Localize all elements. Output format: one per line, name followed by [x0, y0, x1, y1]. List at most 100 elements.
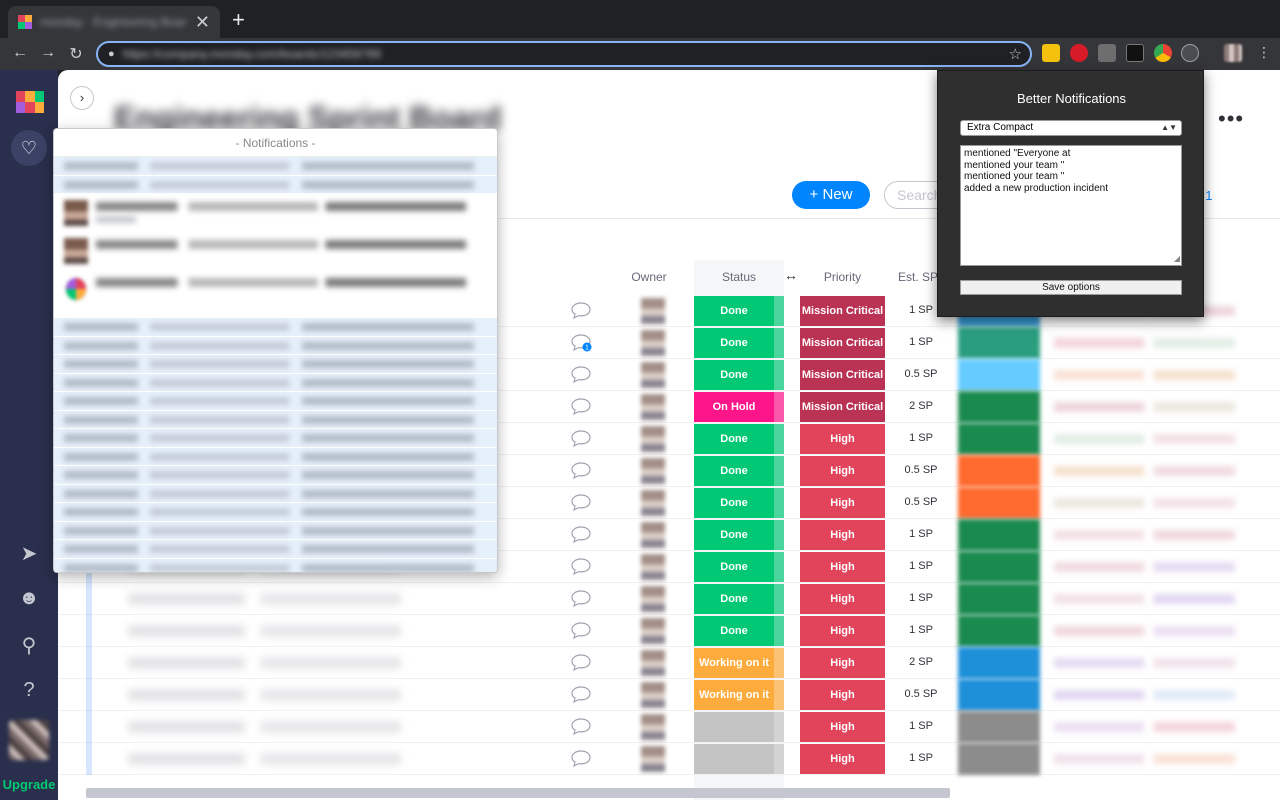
priority-cell[interactable]: High — [800, 552, 885, 582]
item-name[interactable] — [128, 593, 518, 605]
notification-compact-line[interactable]: Jordan Reyes · Project A · today · New a… — [54, 157, 497, 176]
status-cell[interactable]: Done — [694, 424, 774, 454]
priority-cell[interactable]: High — [800, 456, 885, 486]
more-options-icon[interactable]: ••• — [1218, 106, 1244, 132]
notifications-bell-icon[interactable]: ♡ — [11, 130, 47, 166]
item-name[interactable] — [128, 625, 518, 637]
notification-compact-line[interactable]: Avery Hill · Board · yesterday · Added p… — [54, 392, 497, 411]
estimate-cell[interactable]: 1 SP — [894, 432, 948, 444]
estimate-cell[interactable]: 1 SP — [894, 624, 948, 636]
owner-avatar[interactable] — [641, 618, 665, 644]
owner-avatar[interactable] — [641, 490, 665, 516]
updates-chat-icon[interactable] — [570, 685, 592, 704]
tag-color-cell[interactable] — [958, 455, 1040, 487]
priority-cell[interactable]: High — [800, 648, 885, 678]
help-icon[interactable]: ? — [17, 679, 41, 702]
priority-cell[interactable]: High — [800, 616, 885, 646]
tag-color-cell[interactable] — [958, 487, 1040, 519]
status-cell[interactable]: On Hold — [694, 392, 774, 422]
priority-cell[interactable]: High — [800, 680, 885, 710]
user-avatar[interactable] — [9, 720, 49, 760]
notification-compact-line[interactable]: Kendall Ray · Board · today · Item creat… — [54, 558, 497, 572]
owner-avatar[interactable] — [641, 522, 665, 548]
estimate-cell[interactable]: 1 SP — [894, 336, 948, 348]
item-name[interactable] — [128, 689, 518, 701]
priority-cell[interactable]: High — [800, 520, 885, 550]
owner-avatar[interactable] — [641, 394, 665, 420]
owner-avatar[interactable] — [641, 426, 665, 452]
forward-icon[interactable]: → — [38, 44, 58, 62]
notification-compact-line[interactable]: Quinn Reed · Production incident · today… — [54, 410, 497, 429]
timeline-cell[interactable] — [1054, 498, 1280, 508]
status-cell[interactable]: Done — [694, 456, 774, 486]
status-cell[interactable]: Done — [694, 616, 774, 646]
notification-item[interactable]: Casey Lopez wrote a reply on "Interactiv… — [54, 194, 497, 232]
browser-tab[interactable]: monday · Engineering Board ✕ — [8, 6, 220, 38]
timeline-cell[interactable] — [1054, 562, 1280, 572]
browser-menu-icon[interactable]: ⋮ — [1254, 44, 1274, 61]
table-row[interactable]: Done High 1 SP — [58, 583, 1280, 615]
tag-color-cell[interactable] — [958, 743, 1040, 775]
owner-avatar[interactable] — [641, 714, 665, 740]
notification-item[interactable]: Alex Carter mentioned you on a new updat… — [54, 232, 497, 270]
notification-compact-line[interactable]: Emerson Day · Production incident · toda… — [54, 521, 497, 540]
owner-avatar[interactable] — [641, 746, 665, 772]
estimate-cell[interactable]: 2 SP — [894, 656, 948, 668]
updates-chat-icon[interactable] — [570, 717, 592, 736]
owner-avatar[interactable] — [641, 298, 665, 324]
reload-icon[interactable]: ↻ — [66, 44, 86, 64]
tag-color-cell[interactable] — [958, 647, 1040, 679]
display-mode-select[interactable]: Extra Compact ▲▼ — [960, 120, 1182, 136]
item-name[interactable] — [128, 657, 518, 669]
estimate-cell[interactable]: 2 SP — [894, 400, 948, 412]
status-cell[interactable]: Working on it — [694, 680, 774, 710]
notification-compact-line[interactable]: Morgan Blake · Board · yesterday · Updat… — [54, 175, 497, 194]
tag-color-cell[interactable] — [958, 359, 1040, 391]
status-cell[interactable]: Done — [694, 328, 774, 358]
timeline-cell[interactable] — [1054, 594, 1280, 604]
updates-chat-icon[interactable] — [570, 461, 592, 480]
invite-user-icon[interactable]: ☻ — [17, 587, 41, 610]
status-cell[interactable] — [694, 712, 774, 742]
tag-color-cell[interactable] — [958, 711, 1040, 743]
keywords-textarea[interactable]: mentioned "Everyone at mentioned your te… — [960, 145, 1182, 266]
timeline-cell[interactable] — [1054, 690, 1280, 700]
tag-color-cell[interactable] — [958, 583, 1040, 615]
back-icon[interactable]: ← — [10, 44, 30, 62]
updates-chat-icon[interactable] — [570, 557, 592, 576]
column-header-priority[interactable]: Priority — [800, 270, 885, 284]
priority-cell[interactable]: High — [800, 712, 885, 742]
timeline-cell[interactable] — [1054, 530, 1280, 540]
notification-compact-line[interactable]: Jamie Park · Production incident · today… — [54, 355, 497, 374]
extension-chrome-icon[interactable] — [1154, 44, 1172, 62]
extension-dark-icon[interactable] — [1126, 44, 1144, 62]
column-header-owner[interactable]: Owner — [628, 270, 670, 284]
monday-logo-icon[interactable] — [16, 91, 44, 113]
table-row[interactable]: High 1 SP — [58, 743, 1280, 775]
status-cell[interactable]: Done — [694, 520, 774, 550]
item-name[interactable] — [128, 753, 518, 765]
timeline-cell[interactable] — [1054, 434, 1280, 444]
lightning-icon[interactable]: ➤ — [17, 541, 41, 566]
table-row[interactable]: Working on it High 0.5 SP — [58, 679, 1280, 711]
notification-compact-line[interactable]: Drew Morgan · Board · today · Status cha… — [54, 373, 497, 392]
collapse-sidebar-button[interactable]: › — [70, 86, 94, 110]
table-row[interactable]: Working on it High 2 SP — [58, 647, 1280, 679]
timeline-cell[interactable] — [1054, 658, 1280, 668]
notification-compact-line[interactable]: Riley Chen · Production incident · today… — [54, 318, 497, 337]
estimate-cell[interactable]: 0.5 SP — [894, 688, 948, 700]
priority-cell[interactable]: Mission Critical — [800, 392, 885, 422]
profile-avatar-icon[interactable] — [1224, 44, 1242, 62]
notification-compact-line[interactable]: Finley Shaw · Production incident · toda… — [54, 540, 497, 559]
notification-compact-line[interactable]: Sam Ortiz · Board · today · Task moved — [54, 336, 497, 355]
table-row[interactable]: Done High 1 SP — [58, 615, 1280, 647]
updates-chat-icon[interactable] — [570, 493, 592, 512]
upgrade-link[interactable]: Upgrade — [0, 777, 58, 792]
column-header-status[interactable]: Status — [694, 270, 784, 284]
timeline-cell[interactable] — [1054, 402, 1280, 412]
estimate-cell[interactable]: 1 SP — [894, 592, 948, 604]
owner-avatar[interactable] — [641, 458, 665, 484]
updates-chat-icon[interactable]: 1 — [570, 333, 592, 352]
notification-compact-line[interactable]: Skyler Ward · Production incident · toda… — [54, 447, 497, 466]
status-cell[interactable]: Done — [694, 552, 774, 582]
